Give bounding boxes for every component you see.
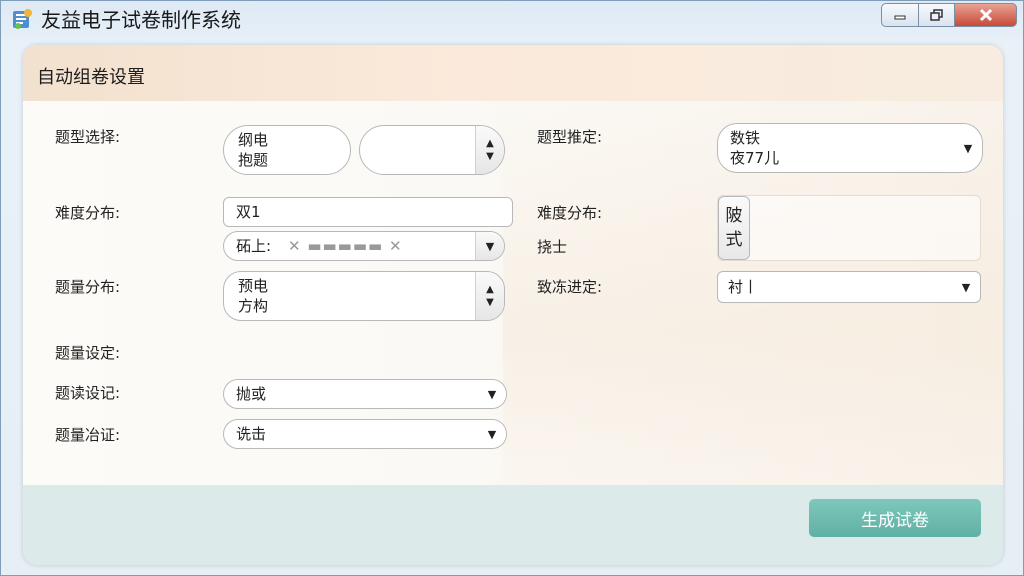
difficulty-input-value: 双1 [236,203,261,221]
spin-down-icon[interactable]: ▼ [486,297,494,308]
difficulty-input[interactable]: 双1 [223,197,513,227]
chevron-down-icon: ▼ [963,141,973,155]
quantity-verify-label: 题量冶证: [55,426,121,444]
spin-up-icon[interactable]: ▲ [486,284,494,295]
consistency-dropdown[interactable]: ▼ [952,272,980,302]
panel-header: 自动组卷设置 [23,45,1003,101]
minimize-icon [894,15,906,20]
minimize-button[interactable] [881,3,919,27]
chevron-down-icon: ▼ [961,280,971,294]
question-type-spinner[interactable]: ▲ ▼ [359,125,505,175]
title-bar: 友益电子试卷制作系统 [1,1,1023,37]
type-assign-line2: 夜77儿 [730,149,780,167]
chevron-down-icon: ▼ [487,427,497,441]
chevron-down-icon: ▼ [485,239,495,253]
quantity-verify-value: 诜击 [236,425,267,443]
question-type-label: 题型选择: [55,128,121,146]
read-setting-select[interactable]: 抛或 ▼ [223,379,507,409]
type-assign-line1: 数铁 [730,129,761,147]
quantity-spin-buttons[interactable]: ▲ ▼ [475,272,504,320]
quantity-verify-select[interactable]: 诜击 ▼ [223,419,507,449]
type-assign-dropdown[interactable]: ▼ [954,124,982,172]
quantity-distribution-line1: 预电 [238,277,269,295]
difficulty-label: 难度分布: [55,204,121,222]
difficulty-right-box: 陂 式 [717,195,981,261]
window-title: 友益电子试卷制作系统 [41,8,241,32]
read-setting-dropdown[interactable]: ▼ [478,380,506,408]
consistency-select[interactable]: 衬丨 ▼ [717,271,981,303]
difficulty-slider-marks: ✕ ▬▬▬▬▬ ✕ [288,237,403,255]
read-setting-label: 题读设记: [55,384,121,402]
difficulty-dropdown-button[interactable]: ▼ [475,232,504,260]
type-assign-label: 题型推定: [537,128,603,146]
quantity-distribution-label: 题量分布: [55,278,121,296]
maximize-button[interactable] [919,3,955,27]
question-type-line1: 纲电 [238,131,269,149]
read-setting-value: 抛或 [236,385,267,403]
app-window: 友益电子试卷制作系统 自动组卷设置 题型选择: 纲电 抱题 ▲ ▼ 难度分布: … [0,0,1024,576]
maximize-icon [929,9,943,21]
difficulty-select[interactable]: 砳上: ✕ ▬▬▬▬▬ ✕ ▼ [223,231,505,261]
generate-paper-button[interactable]: 生成试卷 [809,499,981,537]
panel-title: 自动组卷设置 [37,67,145,88]
spin-down-icon[interactable]: ▼ [486,151,494,162]
close-button[interactable] [955,3,1017,27]
app-logo-icon [13,9,32,29]
difficulty-right-label: 难度分布: [537,204,603,222]
close-icon [979,8,992,22]
quantity-distribution-field[interactable]: 预电 方构 ▲ ▼ [223,271,505,321]
quantity-distribution-line2: 方构 [238,297,269,315]
consistency-label: 致冻进定: [537,278,603,296]
mode-button[interactable]: 陂 式 [718,196,750,260]
consistency-value: 衬丨 [728,278,759,296]
difficulty-select-value: 砳上: [236,237,272,255]
chevron-down-icon: ▼ [487,387,497,401]
question-type-field[interactable]: 纲电 抱题 [223,125,351,175]
spin-up-icon[interactable]: ▲ [486,138,494,149]
difficulty-right-sublabel: 挠士 [537,238,568,256]
type-assign-select[interactable]: 数铁 夜77儿 ▼ [717,123,983,173]
settings-panel: 自动组卷设置 题型选择: 纲电 抱题 ▲ ▼ 难度分布: 双1 砳上: ✕ ▬▬… [23,45,1003,565]
mode-button-line2: 式 [725,230,743,250]
quantity-verify-dropdown[interactable]: ▼ [478,420,506,448]
quantity-setting-label: 题量设定: [55,344,121,362]
question-type-line2: 抱题 [238,151,269,169]
mode-button-line1: 陂 [725,206,743,226]
